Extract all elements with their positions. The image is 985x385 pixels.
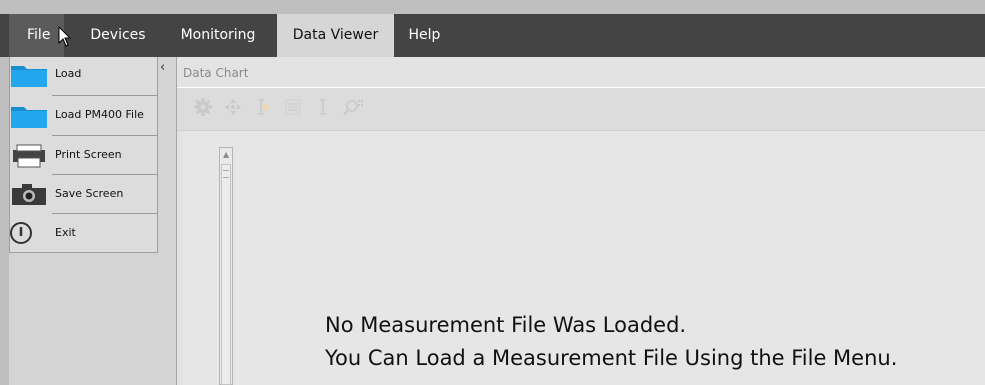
menu-item-print-screen[interactable]: Print Screen [10, 136, 158, 176]
mouse-pointer-icon [58, 26, 72, 47]
sidebar-collapse-icon[interactable]: ‹ [160, 60, 165, 75]
scroll-up-icon[interactable]: ▲ [223, 150, 229, 159]
menu-monitoring[interactable]: Monitoring [168, 14, 268, 57]
menu-item-label: Exit [55, 226, 76, 239]
text-cursor-icon[interactable] [312, 96, 334, 118]
menu-item-exit[interactable]: Exit [10, 214, 158, 254]
menu-item-load-pm400[interactable]: Load PM400 File [10, 96, 158, 136]
menu-item-label: Load [55, 67, 82, 80]
menu-item-label: Load PM400 File [55, 108, 144, 121]
cursor-marker-icon[interactable] [252, 96, 274, 118]
power-icon [10, 222, 32, 244]
menu-item-load[interactable]: Load [10, 55, 158, 95]
menu-item-save-screen[interactable]: Save Screen [10, 175, 158, 215]
gear-icon[interactable] [192, 96, 214, 118]
scrollbar-thumb[interactable] [221, 164, 231, 385]
folder-icon [11, 107, 47, 128]
folder-icon [11, 66, 47, 87]
menu-devices[interactable]: Devices [78, 14, 158, 57]
printer-icon [13, 144, 45, 168]
scrollbar-grip [223, 170, 229, 178]
menu-data-viewer[interactable]: Data Viewer [277, 14, 394, 57]
menu-bar: File Devices Monitoring Data Viewer Help [0, 14, 985, 57]
menu-file[interactable]: File [9, 14, 64, 57]
zoom-icon[interactable] [342, 96, 364, 118]
camera-icon [12, 184, 46, 205]
menu-item-label: Save Screen [55, 187, 124, 200]
panel-title: Data Chart [183, 66, 249, 80]
empty-state-hint: You Can Load a Measurement File Using th… [325, 346, 898, 370]
list-icon[interactable] [282, 96, 304, 118]
move-icon[interactable] [222, 96, 244, 118]
menu-item-label: Print Screen [55, 148, 122, 161]
empty-state-message: No Measurement File Was Loaded. [325, 313, 687, 337]
menu-help[interactable]: Help [397, 14, 452, 57]
